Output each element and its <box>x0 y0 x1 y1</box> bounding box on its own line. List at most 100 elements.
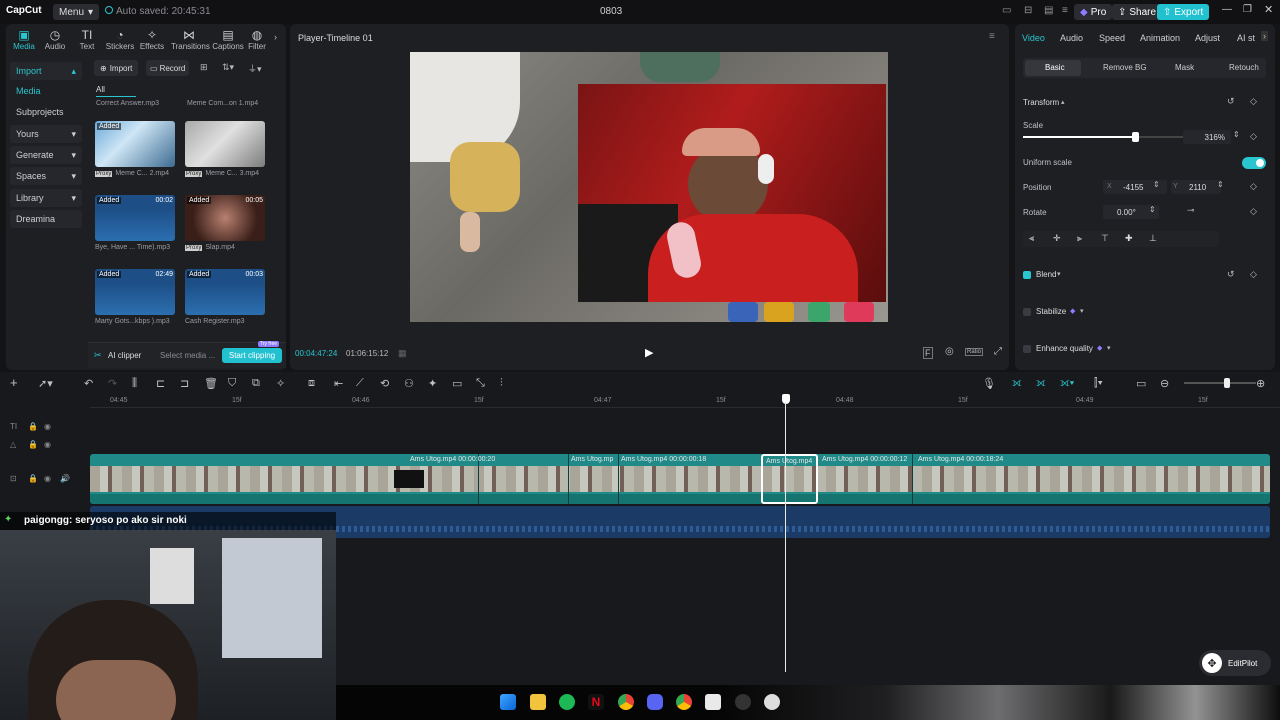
scale-input[interactable]: 316% <box>1183 130 1231 144</box>
netflix-icon[interactable]: N <box>588 694 604 710</box>
media-item[interactable]: Added 02:49 Marty Gots...kbps ).mp3 <box>95 269 175 325</box>
stepper-icon[interactable]: ⇕ <box>1217 180 1224 189</box>
keyframe-icon[interactable]: ◇ <box>1250 181 1257 192</box>
crop-icon[interactable]: ⧉ <box>252 377 260 390</box>
speaker-icon[interactable]: 🔊 <box>60 474 70 483</box>
export-button[interactable]: ⇧ Export <box>1157 4 1210 20</box>
tab-filter[interactable]: ◍ Filter <box>242 28 272 51</box>
capcut-icon[interactable] <box>705 694 721 710</box>
keyframe-icon[interactable]: ◇ <box>1250 206 1257 217</box>
split-left-icon[interactable]: ⊏ <box>156 377 165 390</box>
share-button[interactable]: ⇪ Share <box>1112 4 1163 20</box>
pro-button[interactable]: ◆ Pro <box>1074 4 1113 20</box>
undo-icon[interactable]: ↶ <box>84 377 93 390</box>
select-cursor-icon[interactable]: ➚▾ <box>38 377 53 390</box>
menu-lines-icon[interactable]: ≡ <box>989 31 995 42</box>
microphone-icon[interactable]: 🎙 <box>982 377 996 390</box>
sidebar-item-generate[interactable]: Generate ▾ <box>10 146 82 164</box>
sidebar-item-dreamina[interactable]: Dreamina <box>10 210 82 228</box>
editpilot-button[interactable]: ✥ EditPilot <box>1199 650 1271 676</box>
grid-view-icon[interactable]: ⊞ <box>200 62 208 73</box>
layout-icon[interactable]: ⊟ <box>1024 5 1032 16</box>
eye-icon[interactable]: ◉ <box>44 422 51 431</box>
sidebar-item-import[interactable]: Import ▴ <box>10 62 82 80</box>
sidebar-item-yours[interactable]: Yours ▾ <box>10 125 82 143</box>
tab-audio-inspector[interactable]: Audio <box>1060 33 1083 43</box>
freeze-icon[interactable]: ⧈ <box>308 377 315 390</box>
close-icon[interactable]: ✕ <box>1264 3 1273 16</box>
enhance-quality-checkbox[interactable] <box>1023 345 1031 353</box>
stepper-icon[interactable]: ⇕ <box>1149 205 1156 214</box>
preview-axis-icon[interactable]: ⫿▾ <box>1094 377 1103 390</box>
media-item[interactable]: Proxy Meme C... 3.mp4 <box>185 121 265 177</box>
reset-icon[interactable]: ↺ <box>1227 269 1235 280</box>
stepper-icon[interactable]: ⇕ <box>1153 180 1160 189</box>
uniform-scale-toggle[interactable] <box>1242 157 1266 169</box>
select-media-dropdown[interactable]: Select media ... <box>160 351 215 360</box>
split-right-icon[interactable]: ⊐ <box>180 377 189 390</box>
split-icon[interactable]: ⫼ <box>132 377 137 390</box>
sort-icon[interactable]: ⇅▾ <box>222 62 234 73</box>
selected-clip[interactable]: Ams Utog.mp4 <box>761 454 818 504</box>
transform-section-title[interactable]: Transform <box>1023 98 1059 107</box>
scale-slider-track[interactable] <box>1023 136 1183 138</box>
tab-transitions[interactable]: ⋈ Transitions <box>171 28 210 51</box>
tab-animation[interactable]: Animation <box>1140 33 1180 43</box>
stepper-icon[interactable]: ⇕ <box>1233 130 1240 139</box>
blend-checkbox[interactable] <box>1023 271 1031 279</box>
media-item[interactable]: Added Proxy Meme C... 2.mp4 <box>95 121 175 177</box>
align-left-icon[interactable]: ⫷ <box>1029 233 1034 244</box>
media-item[interactable]: Added 00:02 Bye, Have ... Time).mp3 <box>95 195 175 251</box>
ratio-button[interactable]: Ratio <box>965 348 984 356</box>
lock-icon[interactable]: 🔒 <box>28 474 38 483</box>
obs-icon[interactable] <box>735 694 751 710</box>
chrome-profile-icon[interactable] <box>676 694 692 710</box>
chrome-icon[interactable] <box>618 694 634 710</box>
transform-icon[interactable]: ⤡ <box>476 377 485 390</box>
tab-ai-stylize[interactable]: AI st <box>1237 33 1261 43</box>
position-y-input[interactable]: Y 2110 <box>1171 180 1221 194</box>
align-bottom-icon[interactable]: ⊥ <box>1149 233 1157 244</box>
timecode-icon[interactable]: ▦ <box>398 348 407 359</box>
align-right-icon[interactable]: ⫸ <box>1077 233 1082 244</box>
shortcut-icon[interactable]: ▤ <box>1044 5 1053 16</box>
full-quality-icon[interactable]: F <box>923 347 933 359</box>
rotate-dial-icon[interactable]: ⊸ <box>1187 205 1195 216</box>
magnet-icon[interactable]: ⟗ <box>1036 377 1046 390</box>
zoom-slider-track[interactable] <box>1184 382 1256 384</box>
minimize-icon[interactable]: — <box>1222 4 1232 15</box>
subtab-basic[interactable]: Basic <box>1045 63 1065 72</box>
sidebar-item-spaces[interactable]: Spaces ▾ <box>10 167 82 185</box>
chevron-right-icon[interactable]: › <box>1261 31 1268 41</box>
tab-effects[interactable]: ✧ Effects <box>134 28 170 51</box>
mirror-icon[interactable]: ⟋ <box>356 377 364 390</box>
preview-canvas[interactable] <box>410 52 888 322</box>
chevron-right-icon[interactable]: › <box>274 32 277 42</box>
link-main-track-icon[interactable]: ⟗ <box>1012 377 1022 390</box>
tab-text[interactable]: TI Text <box>69 28 105 51</box>
tab-stickers[interactable]: ◔ Stickers <box>102 28 138 51</box>
reset-icon[interactable]: ↺ <box>1227 96 1235 107</box>
keyframe-icon[interactable]: ◇ <box>1250 269 1257 280</box>
align-center-h-icon[interactable]: ✛ <box>1053 233 1061 244</box>
zoom-slider-thumb[interactable] <box>1224 378 1230 388</box>
ai-icon[interactable]: ✧ <box>276 377 285 390</box>
time-ruler[interactable]: 04:45 15f 04:46 15f 04:47 15f 04:48 15f … <box>90 394 1280 408</box>
keyframe-icon[interactable]: ◇ <box>1250 96 1257 107</box>
settings-icon[interactable]: ≡ <box>1062 5 1068 16</box>
redo-icon[interactable]: ↷ <box>108 377 117 390</box>
playhead-handle[interactable] <box>782 394 790 404</box>
person-icon[interactable]: ⚇ <box>404 377 414 390</box>
sidebar-item-media[interactable]: Media <box>10 82 82 100</box>
media-player-icon[interactable] <box>764 694 780 710</box>
rotate-clip-icon[interactable]: ⟲ <box>380 377 389 390</box>
discord-icon[interactable] <box>647 694 663 710</box>
keyframe-icon[interactable]: ◇ <box>1250 131 1257 142</box>
zoom-in-icon[interactable]: ⊕ <box>1256 377 1265 390</box>
marker-icon[interactable]: ⛉ <box>228 377 236 390</box>
tab-adjust[interactable]: Adjust <box>1195 33 1220 43</box>
sidebar-item-subprojects[interactable]: Subprojects <box>10 103 82 121</box>
reverse-icon[interactable]: ⇤ <box>334 377 343 390</box>
tab-speed[interactable]: Speed <box>1099 33 1125 43</box>
subtab-mask[interactable]: Mask <box>1175 63 1194 72</box>
